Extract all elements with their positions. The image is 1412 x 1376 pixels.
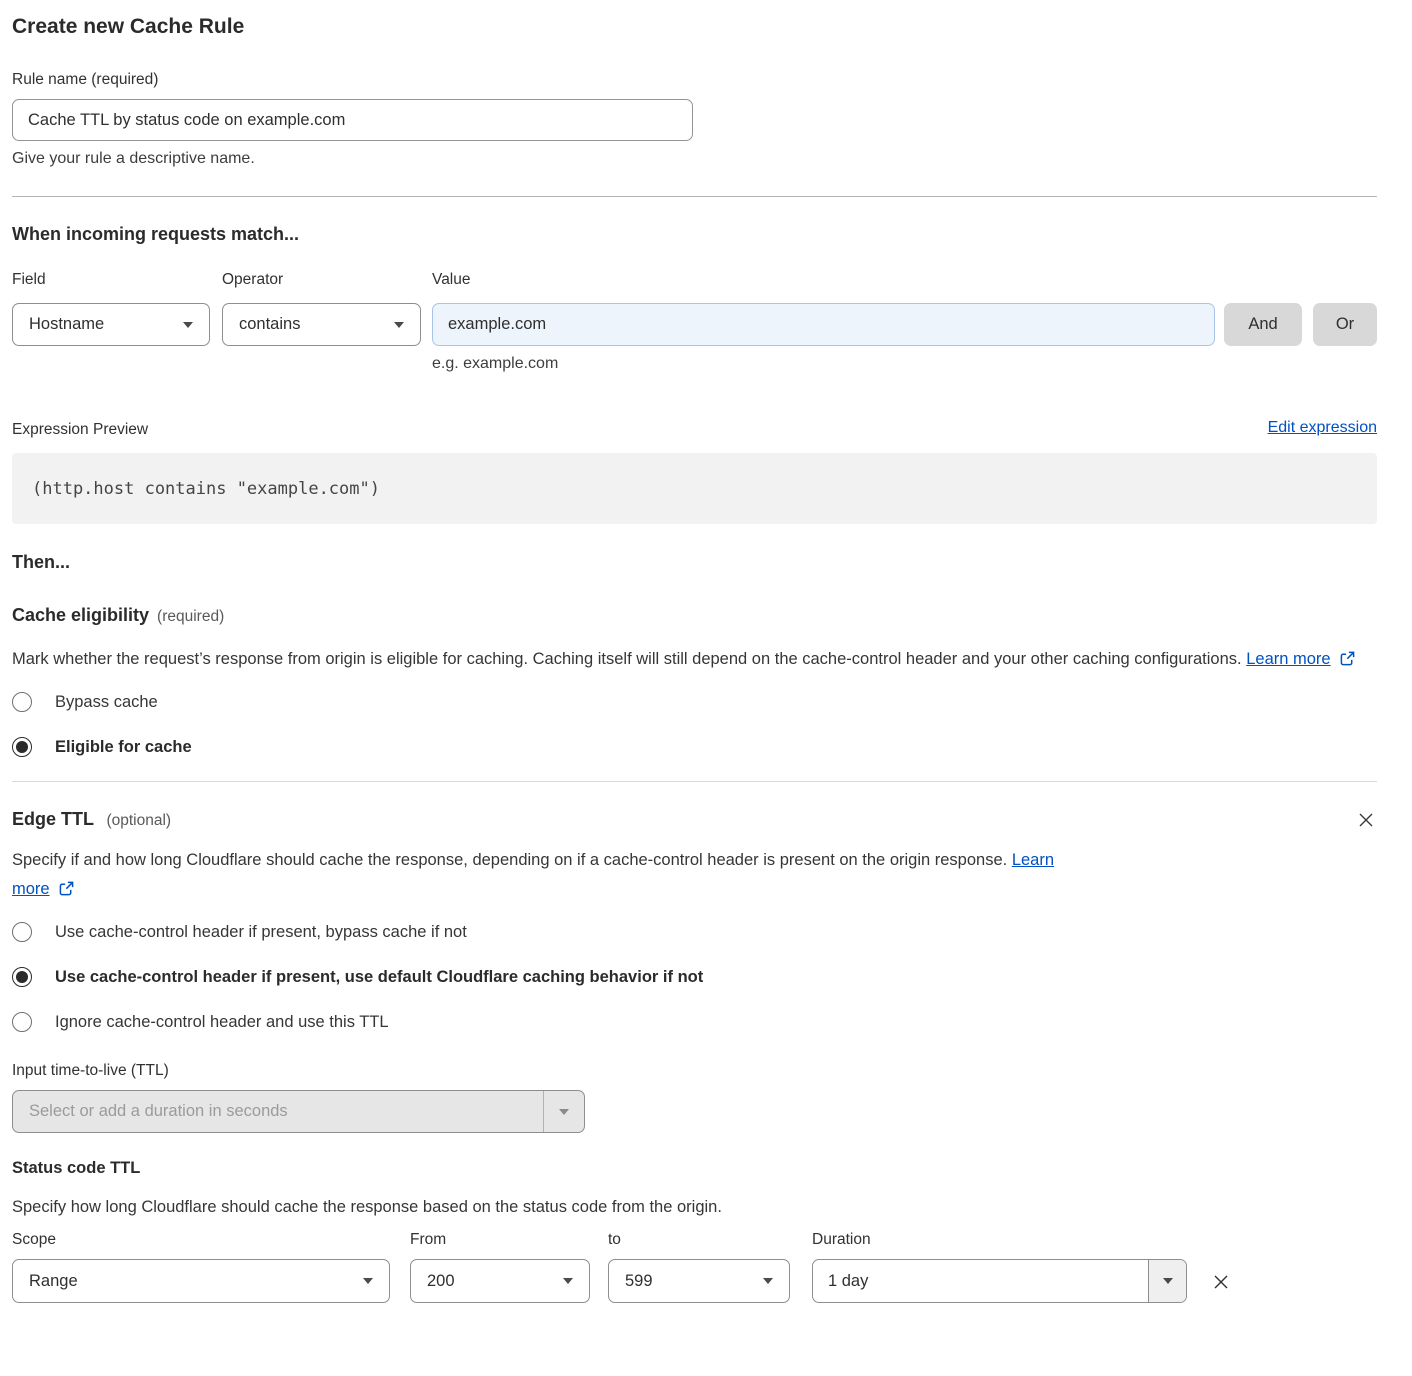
scope-column: Scope Range: [12, 1230, 390, 1303]
status-code-ttl-row: Scope Range From 200 to 599 Duration 1 d…: [12, 1230, 1377, 1303]
duration-label: Duration: [812, 1230, 1187, 1249]
from-select[interactable]: 200: [410, 1259, 590, 1303]
expression-preview-row: Expression Preview Edit expression: [12, 419, 1377, 440]
scope-label: Scope: [12, 1230, 390, 1249]
radio-checked-icon[interactable]: [12, 967, 32, 987]
ttl-select-placeholder: Select or add a duration in seconds: [13, 1102, 543, 1121]
and-button[interactable]: And: [1224, 303, 1302, 346]
expression-preview-code: (http.host contains "example.com"): [12, 453, 1377, 524]
radio-option-use-header-bypass[interactable]: Use cache-control header if present, byp…: [12, 922, 1377, 942]
duration-select-value: 1 day: [813, 1260, 1148, 1302]
and-column: And: [1224, 270, 1302, 346]
radio-option-bypass-cache[interactable]: Bypass cache: [12, 692, 1377, 712]
operator-select-value: contains: [239, 315, 300, 334]
cache-eligibility-learn-more-link[interactable]: Learn more: [1246, 650, 1330, 668]
status-code-ttl-description: Specify how long Cloudflare should cache…: [12, 1198, 1377, 1217]
expression-preview-label: Expression Preview: [12, 419, 148, 440]
radio-label: Use cache-control header if present, byp…: [55, 923, 467, 942]
rule-name-input[interactable]: [12, 99, 693, 141]
ttl-select-arrow-box[interactable]: [543, 1091, 584, 1132]
radio-icon[interactable]: [12, 692, 32, 712]
chevron-down-icon: [363, 1278, 373, 1284]
or-button[interactable]: Or: [1313, 303, 1377, 346]
edge-ttl-heading-row: Edge TTL (optional): [12, 809, 1377, 831]
chevron-down-icon: [394, 322, 404, 328]
radio-icon[interactable]: [12, 922, 32, 942]
external-link-icon: [1340, 651, 1355, 666]
chevron-down-icon: [1163, 1278, 1173, 1284]
value-column: Value e.g. example.com: [432, 270, 1215, 373]
radio-label: Bypass cache: [55, 693, 158, 712]
chevron-down-icon: [563, 1278, 573, 1284]
close-icon: [1211, 1272, 1231, 1292]
from-label: From: [410, 1230, 590, 1249]
duration-select-arrow-button[interactable]: [1148, 1260, 1186, 1302]
operator-label: Operator: [222, 270, 421, 289]
edge-ttl-description-text: Specify if and how long Cloudflare shoul…: [12, 851, 1007, 869]
then-heading: Then...: [12, 552, 1377, 573]
value-input[interactable]: [432, 303, 1215, 346]
to-label: to: [608, 1230, 790, 1249]
page-title: Create new Cache Rule: [12, 14, 1377, 39]
scope-select-value: Range: [29, 1272, 78, 1291]
radio-option-use-header-default[interactable]: Use cache-control header if present, use…: [12, 967, 1377, 987]
radio-option-ignore-header[interactable]: Ignore cache-control header and use this…: [12, 1012, 1377, 1032]
chevron-down-icon: [763, 1278, 773, 1284]
to-select-value: 599: [625, 1272, 653, 1291]
section-divider: [12, 781, 1377, 782]
chevron-down-icon: [559, 1109, 569, 1115]
rule-name-label: Rule name (required): [12, 70, 1377, 89]
edge-ttl-close-button[interactable]: [1355, 809, 1377, 831]
match-condition-row: Field Hostname Operator contains Value e…: [12, 270, 1377, 373]
expression-code-text: (http.host contains "example.com"): [32, 479, 380, 499]
scope-select[interactable]: Range: [12, 1259, 390, 1303]
status-row-remove-button[interactable]: [1209, 1270, 1233, 1294]
close-icon: [1357, 811, 1375, 829]
to-select[interactable]: 599: [608, 1259, 790, 1303]
radio-label: Ignore cache-control header and use this…: [55, 1013, 389, 1032]
edge-ttl-heading: Edge TTL: [12, 809, 94, 829]
section-divider: [12, 196, 1377, 197]
radio-option-eligible-for-cache[interactable]: Eligible for cache: [12, 737, 1377, 757]
external-link-icon: [59, 881, 74, 896]
cache-eligibility-required-badge: (required): [157, 608, 224, 626]
chevron-down-icon: [183, 322, 193, 328]
field-column: Field Hostname: [12, 270, 210, 346]
radio-checked-icon[interactable]: [12, 737, 32, 757]
duration-column: Duration 1 day: [812, 1230, 1187, 1303]
edge-ttl-description: Specify if and how long Cloudflare shoul…: [12, 846, 1062, 904]
edge-ttl-heading-group: Edge TTL (optional): [12, 809, 171, 830]
cache-eligibility-heading-row: Cache eligibility (required): [12, 605, 1377, 626]
to-column: to 599: [608, 1230, 790, 1303]
row-close-column: [1209, 1230, 1233, 1297]
create-cache-rule-form: Create new Cache Rule Rule name (require…: [0, 0, 1412, 1329]
radio-icon[interactable]: [12, 1012, 32, 1032]
match-heading: When incoming requests match...: [12, 224, 1377, 245]
from-column: From 200: [410, 1230, 590, 1303]
rule-name-help: Give your rule a descriptive name.: [12, 149, 1377, 168]
field-select-value: Hostname: [29, 315, 104, 334]
edge-ttl-optional-badge: (optional): [106, 812, 171, 829]
from-select-value: 200: [427, 1272, 455, 1291]
edit-expression-link[interactable]: Edit expression: [1268, 419, 1377, 437]
status-code-ttl-heading: Status code TTL: [12, 1159, 1377, 1178]
radio-label: Eligible for cache: [55, 738, 192, 757]
operator-select[interactable]: contains: [222, 303, 421, 346]
ttl-input-label: Input time-to-live (TTL): [12, 1061, 1377, 1080]
field-select[interactable]: Hostname: [12, 303, 210, 346]
duration-select[interactable]: 1 day: [812, 1259, 1187, 1303]
cache-eligibility-description: Mark whether the request’s response from…: [12, 645, 1357, 674]
cache-eligibility-heading: Cache eligibility: [12, 605, 149, 626]
field-label: Field: [12, 270, 210, 289]
cache-eligibility-description-text: Mark whether the request’s response from…: [12, 650, 1242, 668]
ttl-duration-select[interactable]: Select or add a duration in seconds: [12, 1090, 585, 1133]
value-help: e.g. example.com: [432, 354, 1215, 373]
or-column: Or: [1313, 270, 1377, 346]
radio-label: Use cache-control header if present, use…: [55, 968, 703, 987]
operator-column: Operator contains: [222, 270, 421, 346]
value-label: Value: [432, 270, 1215, 289]
